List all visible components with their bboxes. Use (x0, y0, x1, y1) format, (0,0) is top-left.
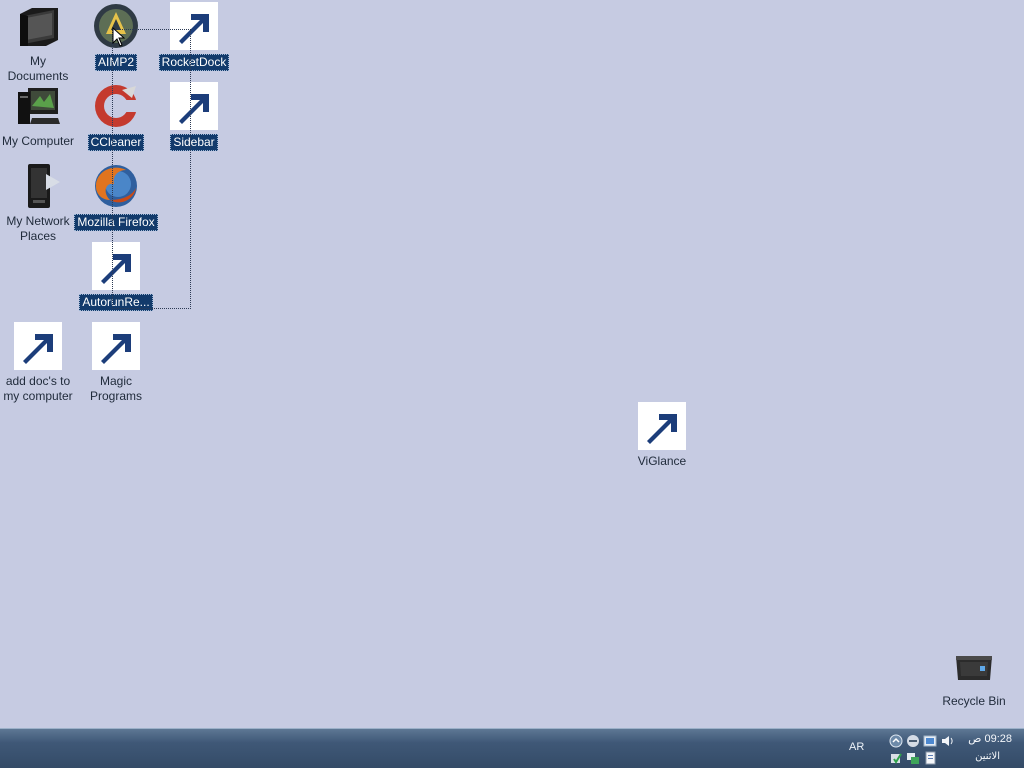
computer-icon (14, 82, 62, 130)
castle-icon (92, 322, 140, 370)
desktop-icon-label: Recycle Bin (942, 694, 1006, 708)
mouse-cursor-icon (112, 27, 126, 47)
document-icon[interactable] (923, 751, 937, 765)
viglance-icon (638, 402, 686, 450)
clock-time[interactable]: 09:28 ص (968, 732, 1012, 745)
desktop-icon-label: AutorunRe... (79, 294, 153, 311)
firefox-icon (92, 162, 140, 210)
desktop-icon-label: Magic Programs (89, 374, 142, 403)
desktop-icon-my-computer[interactable]: My Computer (0, 82, 78, 149)
desktop-icon-sidebar[interactable]: Sidebar (154, 82, 234, 151)
system-tray[interactable] (885, 732, 953, 766)
shortcut-arrow-icon (170, 82, 218, 130)
network-connection-icon[interactable] (906, 751, 920, 765)
display-icon[interactable] (923, 734, 937, 748)
shortcut-arrow-icon (170, 2, 218, 50)
ccleaner-icon (92, 82, 140, 130)
desktop-icon-label: Sidebar (170, 134, 218, 151)
security-icon[interactable] (889, 751, 903, 765)
desktop-icon-rocketdock[interactable]: RocketDock (154, 2, 234, 71)
shortcut-arrow-icon (638, 402, 686, 450)
expand-arrow-icon[interactable] (889, 734, 903, 748)
desktop-icon-label: AIMP2 (94, 54, 137, 71)
desktop-icon-mozilla-firefox[interactable]: Mozilla Firefox (74, 162, 158, 231)
volume-icon[interactable] (940, 734, 954, 748)
network-places-icon (14, 162, 62, 210)
desktop-icon-label: CCleaner (87, 134, 145, 151)
desktop-icon-viglance[interactable]: ViGlance (622, 402, 702, 469)
desktop-icon-label: RocketDock (158, 54, 230, 71)
shortcut-arrow-icon (14, 322, 62, 370)
rocketdock-icon (170, 2, 218, 50)
desktop-icon-label: My Documents (7, 54, 69, 83)
floppy-disk-icon (14, 322, 62, 370)
network-icon[interactable] (906, 734, 920, 748)
desktop[interactable]: My Documents AIMP2 RocketDock My Compute… (0, 0, 1024, 728)
desktop-icon-label: My Network Places (6, 214, 70, 243)
desktop-icon-ccleaner[interactable]: CCleaner (76, 82, 156, 151)
desktop-icon-autorunre[interactable]: AutorunRe... (76, 242, 156, 311)
autorun-remover-icon (92, 242, 140, 290)
shortcut-arrow-icon (92, 242, 140, 290)
desktop-icon-label: ViGlance (637, 454, 687, 468)
clock-day[interactable]: الاثنين (975, 751, 1000, 762)
sidebar-icon (170, 82, 218, 130)
desktop-icon-my-network-places[interactable]: My Network Places (0, 162, 78, 244)
desktop-icon-my-documents[interactable]: My Documents (0, 2, 78, 84)
desktop-icon-add-docs[interactable]: add doc's to my computer (0, 322, 78, 404)
language-indicator[interactable]: AR (849, 741, 864, 753)
desktop-icon-recycle-bin[interactable]: Recycle Bin (934, 642, 1014, 709)
desktop-icon-label: add doc's to my computer (3, 374, 73, 403)
recycle-bin-icon (950, 642, 998, 690)
folder-documents-icon (14, 2, 62, 50)
desktop-icon-label: Mozilla Firefox (74, 214, 158, 231)
shortcut-arrow-icon (92, 322, 140, 370)
taskbar[interactable]: AR 09:28 ص الاثنين (0, 728, 1024, 768)
desktop-icon-magic-programs[interactable]: Magic Programs (76, 322, 156, 404)
desktop-icon-label: My Computer (1, 134, 75, 148)
